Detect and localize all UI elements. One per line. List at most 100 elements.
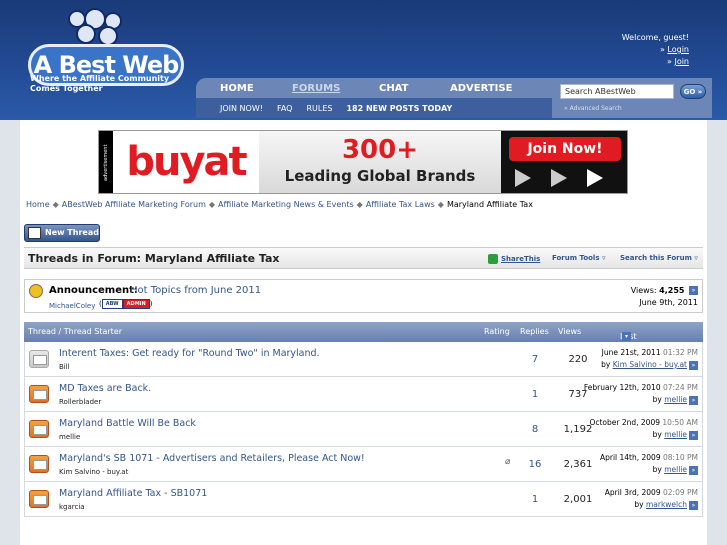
announcement-title[interactable]: Hot Topics from June 2011 (130, 285, 261, 296)
reply-count[interactable]: 1 (515, 389, 555, 400)
page-margin (707, 120, 727, 545)
reply-count[interactable]: 1 (515, 494, 555, 505)
goto-last-post-icon[interactable]: » (689, 465, 698, 475)
nav-chat[interactable]: CHAT (379, 83, 450, 94)
by-label: by (634, 500, 644, 509)
search-forum-menu[interactable]: Search this Forum ▿ (620, 254, 698, 262)
col-thread[interactable]: Thread / Thread Starter (28, 327, 122, 336)
search-forum-label: Search this Forum (620, 254, 692, 262)
site-header: A Best Web Where the Affiliate Community… (0, 0, 727, 120)
reply-count[interactable]: 8 (515, 424, 555, 435)
ad-label: advertisement (99, 131, 113, 193)
page-title: Threads in Forum: Maryland Affiliate Tax (28, 252, 280, 265)
views-count: 4,255 (659, 286, 685, 295)
thread-starter[interactable]: Bill (59, 363, 70, 371)
table-row[interactable]: Maryland's SB 1071 - Advertisers and Ret… (24, 447, 703, 482)
announcement-user[interactable]: MichaelColey (49, 302, 95, 310)
reply-count[interactable]: 7 (515, 354, 555, 365)
thread-starter[interactable]: kgarcia (59, 503, 85, 511)
last-post-date: June 21st, 2011 (601, 348, 661, 357)
welcome-text: Welcome, guest! (621, 33, 689, 42)
forum-tools-menu[interactable]: Forum Tools ▿ (552, 254, 605, 262)
last-post-info: October 2nd, 2009 10:50 AM by mellie» (589, 417, 698, 441)
last-post-user[interactable]: Kim Salvino - buy.at (613, 360, 687, 369)
new-thread-button[interactable]: New Thread (24, 224, 100, 242)
last-post-time: 01:32 PM (663, 348, 698, 357)
table-row[interactable]: Interent Taxes: Get ready for "Round Two… (24, 342, 703, 377)
logo-bubble (76, 24, 96, 44)
goto-icon[interactable]: » (689, 286, 698, 295)
nav-advertise[interactable]: ADVERTISE (450, 83, 512, 94)
breadcrumb-tax-laws[interactable]: Affiliate Tax Laws (366, 200, 435, 209)
join-link[interactable]: Join (674, 57, 689, 66)
breadcrumb-forum[interactable]: ABestWeb Affiliate Marketing Forum (62, 200, 206, 209)
breadcrumb: Home ◆ ABestWeb Affiliate Marketing Forum ◆… (26, 200, 533, 209)
share-this-link[interactable]: ShareThis (488, 254, 540, 264)
breadcrumb-news[interactable]: Affiliate Marketing News & Events (218, 200, 354, 209)
thread-title[interactable]: Interent Taxes: Get ready for "Round Two… (59, 348, 320, 359)
search-go-button[interactable]: GO » (680, 84, 706, 99)
last-post-date: October 2nd, 2009 (589, 418, 660, 427)
search-input[interactable] (560, 84, 674, 99)
last-post-user[interactable]: markwelch (646, 500, 687, 509)
ad-banner[interactable]: advertisement buyat 300+ Leading Global … (98, 130, 628, 194)
chevron-down-icon: ▿ (601, 254, 606, 262)
last-post-user[interactable]: mellie (664, 465, 687, 474)
last-post-user[interactable]: mellie (664, 430, 687, 439)
announcement-date: June 9th, 2011 (639, 298, 698, 307)
thread-title[interactable]: Maryland Affiliate Tax - SB1071 (59, 488, 207, 499)
goto-last-post-icon[interactable]: » (689, 500, 698, 510)
last-post-user[interactable]: mellie (664, 395, 687, 404)
announcement-icon (29, 284, 43, 298)
login-link[interactable]: Login (667, 45, 689, 54)
thread-status-icon (29, 350, 49, 368)
goto-last-post-icon[interactable]: » (689, 395, 698, 405)
breadcrumb-home[interactable]: Home (26, 200, 50, 209)
col-replies[interactable]: Replies (520, 327, 549, 336)
nav-forums[interactable]: FORUMS (292, 83, 379, 94)
arrow-icon (587, 169, 603, 187)
col-rating[interactable]: Rating (484, 327, 510, 336)
nav-join-now[interactable]: JOIN NOW! (220, 104, 263, 113)
thread-starter[interactable]: mellie (59, 433, 80, 441)
main-nav: HOME FORUMS CHAT ADVERTISE JOIN NOW! FAQ… (196, 78, 552, 118)
thread-status-icon (29, 420, 49, 438)
ad-join-button[interactable]: Join Now! (509, 137, 621, 161)
nav-home[interactable]: HOME (220, 83, 292, 94)
thread-title[interactable]: MD Taxes are Back. (59, 383, 151, 394)
paperclip-icon: ⌀ (505, 457, 511, 467)
thread-starter[interactable]: Kim Salvino - buy.at (59, 468, 128, 476)
last-post-time: 08:10 PM (663, 453, 698, 462)
nav-faq[interactable]: FAQ (277, 104, 293, 113)
badge-abw: ABW (101, 299, 123, 309)
advanced-search-link[interactable]: » Advanced Search (564, 105, 622, 112)
thread-title[interactable]: Maryland's SB 1071 - Advertisers and Ret… (59, 453, 365, 464)
breadcrumb-current: Maryland Affiliate Tax (446, 200, 533, 209)
thread-status-icon (29, 385, 49, 403)
thread-starter[interactable]: Rollerblader (59, 398, 101, 406)
by-label: by (601, 360, 611, 369)
table-row[interactable]: MD Taxes are Back. Rollerblader 1 737 Februa… (24, 377, 703, 412)
tagline-line: Comes Together (30, 84, 103, 93)
table-row[interactable]: Maryland Battle Will Be Back mellie 8 1,192… (24, 412, 703, 447)
last-post-time: 07:24 PM (663, 383, 698, 392)
new-posts-today[interactable]: 182 NEW POSTS TODAY (346, 104, 452, 113)
share-label: ShareThis (501, 255, 541, 263)
main-content: advertisement buyat 300+ Leading Global … (20, 120, 707, 545)
chevron-down-icon: ▿ (694, 254, 698, 262)
thread-title[interactable]: Maryland Battle Will Be Back (59, 418, 196, 429)
ad-headline: 300+ (341, 135, 419, 165)
arrow-icon (551, 169, 567, 187)
ad-message: 300+ Leading Global Brands (259, 131, 501, 193)
new-thread-icon (28, 227, 41, 239)
goto-last-post-icon[interactable]: » (689, 360, 698, 370)
tagline-line: Where the Affiliate Community (30, 74, 170, 83)
table-row[interactable]: Maryland Affiliate Tax - SB1071 kgarcia 1 2… (24, 482, 703, 517)
last-post-date: April 3rd, 2009 (604, 488, 661, 497)
last-post-time: 02:09 PM (663, 488, 698, 497)
ad-cta-area: Join Now! (501, 131, 627, 193)
col-views[interactable]: Views (558, 327, 581, 336)
reply-count[interactable]: 16 (515, 459, 555, 470)
nav-rules[interactable]: RULES (306, 104, 332, 113)
goto-last-post-icon[interactable]: » (689, 430, 698, 440)
